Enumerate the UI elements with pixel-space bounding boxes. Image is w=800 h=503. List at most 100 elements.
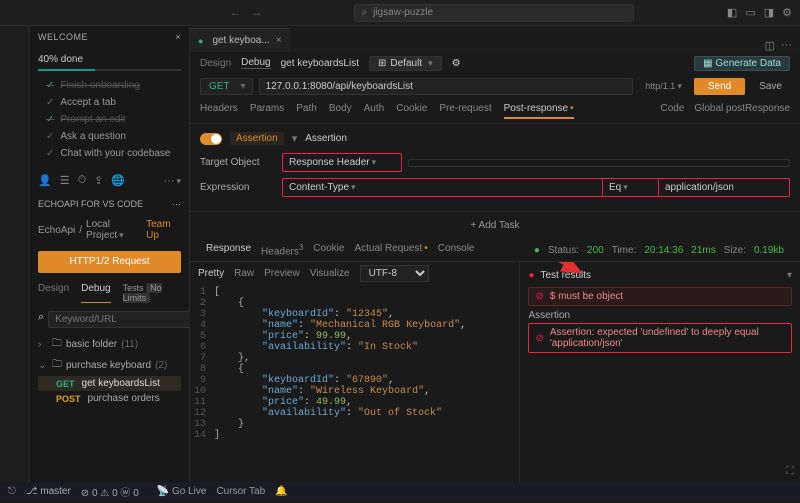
reqtab-body[interactable]: Body (329, 103, 352, 119)
sub-design[interactable]: Design (200, 58, 231, 69)
sub-debug[interactable]: Debug (241, 57, 270, 69)
layout-right-icon[interactable]: ◨ (764, 6, 774, 19)
env-select[interactable]: ⊞ Default (369, 56, 442, 71)
assertion-toggle[interactable] (200, 133, 222, 145)
reqtab-prerequest[interactable]: Pre-request (439, 103, 491, 119)
list-icon[interactable]: ☰ (60, 174, 70, 187)
layout-left-icon[interactable]: ◧ (727, 6, 737, 19)
add-task-button[interactable]: + Add Task (190, 211, 800, 239)
editor-tab[interactable]: ● get keyboa... × (190, 28, 290, 52)
checklist-item[interactable]: ✓Accept a tab (46, 94, 173, 111)
welcome-title: WELCOME (38, 32, 88, 42)
assertion-name[interactable]: Assertion (305, 133, 347, 144)
cursor-tab[interactable]: Cursor Tab (216, 486, 265, 497)
generate-data-button[interactable]: ▦ Generate Data (694, 56, 790, 71)
check-icon: ✓ (46, 80, 54, 91)
globe-icon[interactable]: 🌐 (111, 174, 125, 187)
folder-purchase[interactable]: ⌄🗀 purchase keyboard (2) (38, 355, 181, 376)
checklist-item[interactable]: ✓Prompt an edit (46, 111, 173, 128)
resp-tab-headers[interactable]: Headers3 (261, 243, 303, 257)
fmt-pretty[interactable]: Pretty (198, 268, 224, 279)
url-input[interactable]: 127.0.0.1:8080/api/keyboardsList (259, 78, 634, 95)
save-button[interactable]: Save (751, 78, 790, 95)
checklist-item[interactable]: ✓Chat with your codebase (46, 145, 173, 162)
code-line: 7 }, (190, 353, 519, 364)
resp-tab-console[interactable]: Console (438, 243, 475, 257)
close-icon[interactable]: × (276, 35, 282, 46)
target-blank[interactable] (408, 159, 790, 167)
fmt-preview[interactable]: Preview (264, 268, 300, 279)
settings-gear-icon[interactable]: ⚙ (782, 6, 792, 19)
global-postresponse-link[interactable]: Global postResponse (694, 103, 790, 119)
code-line: 6 "availability": "In Stock" (190, 342, 519, 353)
code-line: 3 "keyboardId": "12345", (190, 309, 519, 320)
reqtab-path[interactable]: Path (296, 103, 317, 119)
expr-field[interactable]: Content-Type (283, 179, 603, 196)
code-link[interactable]: Code (660, 103, 684, 119)
go-live-button[interactable]: 📡 Go Live (157, 486, 207, 497)
clock-icon[interactable]: ⏱ (78, 174, 87, 187)
crumb-project[interactable]: Local Project (86, 219, 142, 241)
assertion-pill: Assertion (230, 132, 284, 145)
tab-label: get keyboa... (212, 35, 269, 46)
row-post-orders[interactable]: POSTpurchase orders (38, 391, 181, 406)
tab-debug[interactable]: Debug (81, 283, 110, 303)
resp-tab-cookie[interactable]: Cookie (313, 243, 344, 257)
close-icon[interactable]: × (175, 32, 181, 42)
crumb-root[interactable]: EchoApi (38, 225, 75, 236)
row-get-keyboards[interactable]: GETget keyboardsList (38, 376, 181, 391)
encoding-select[interactable]: UTF-8 (360, 265, 429, 282)
remote-icon[interactable]: ⎋ (8, 486, 16, 497)
status-dot-icon: ● (534, 245, 540, 256)
tab-design[interactable]: Design (38, 283, 69, 303)
expand-icon[interactable]: ⛶ (786, 465, 794, 478)
http-version[interactable]: http/1.1 (639, 81, 688, 92)
layout-bottom-icon[interactable]: ▭ (745, 6, 755, 19)
resp-size: 0.19kb (754, 245, 784, 256)
sidebar-search-input[interactable] (48, 311, 194, 328)
tab-tests[interactable]: Tests (123, 283, 144, 293)
chevron-down-icon[interactable]: ▾ (787, 270, 792, 281)
share-icon[interactable]: ⇪ (94, 174, 103, 187)
chevron-down-icon[interactable]: ▾ (292, 132, 298, 145)
check-icon: ✓ (46, 114, 54, 125)
new-request-button[interactable]: HTTP1/2 Request (38, 251, 181, 273)
checklist-item[interactable]: ✓Finish onboarding (46, 77, 173, 94)
more-icon[interactable]: ··· (781, 39, 792, 52)
reqtab-headers[interactable]: Headers (200, 103, 238, 119)
resp-tab-actual[interactable]: Actual Request (354, 243, 427, 257)
ext-more-icon[interactable]: ··· (172, 199, 181, 209)
folder-basic[interactable]: ›🗀 basic folder (11) (38, 334, 181, 355)
expr-op[interactable]: Eq (603, 179, 659, 196)
checklist-item[interactable]: ✓Ask a question (46, 128, 173, 145)
reqtab-cookie[interactable]: Cookie (396, 103, 427, 119)
nav-back-icon[interactable]: ← (230, 7, 241, 19)
search-text: jigsaw-puzzle (373, 7, 433, 18)
code-line: 13 } (190, 419, 519, 430)
nav-fwd-icon[interactable]: → (251, 7, 262, 19)
fmt-visualize[interactable]: Visualize (310, 268, 350, 279)
split-icon[interactable]: ◫ (765, 39, 775, 52)
fmt-raw[interactable]: Raw (234, 268, 254, 279)
method-select[interactable]: GET (200, 78, 253, 95)
more-icon[interactable]: ··· (163, 175, 181, 187)
errors-indicator[interactable]: ⊘ 0 ⚠ 0 ⓦ 0 (81, 484, 139, 499)
progress-bar (38, 69, 181, 71)
test-result-row: ⊘$ must be object (528, 287, 792, 306)
resp-tab-response[interactable]: Response (206, 243, 251, 257)
expr-label: Expression (200, 182, 276, 193)
check-icon: ✓ (46, 148, 54, 159)
reqtab-auth[interactable]: Auth (364, 103, 385, 119)
target-select[interactable]: Response Header (282, 153, 402, 172)
reqtab-params[interactable]: Params (250, 103, 284, 119)
team-up-link[interactable]: Team Up (146, 219, 181, 241)
command-search[interactable]: ⌕ jigsaw-puzzle (354, 4, 634, 22)
code-line: 1[ (190, 287, 519, 298)
reqtab-postresponse[interactable]: Post-response (504, 103, 574, 119)
branch-indicator[interactable]: ⎇ master (26, 486, 71, 497)
expr-value[interactable]: application/json (659, 179, 789, 196)
send-button[interactable]: Send (694, 78, 745, 95)
bell-icon[interactable]: 🔔 (275, 486, 287, 497)
user-icon[interactable]: 👤 (38, 174, 52, 187)
env-settings-icon[interactable]: ⚙ (452, 58, 461, 69)
